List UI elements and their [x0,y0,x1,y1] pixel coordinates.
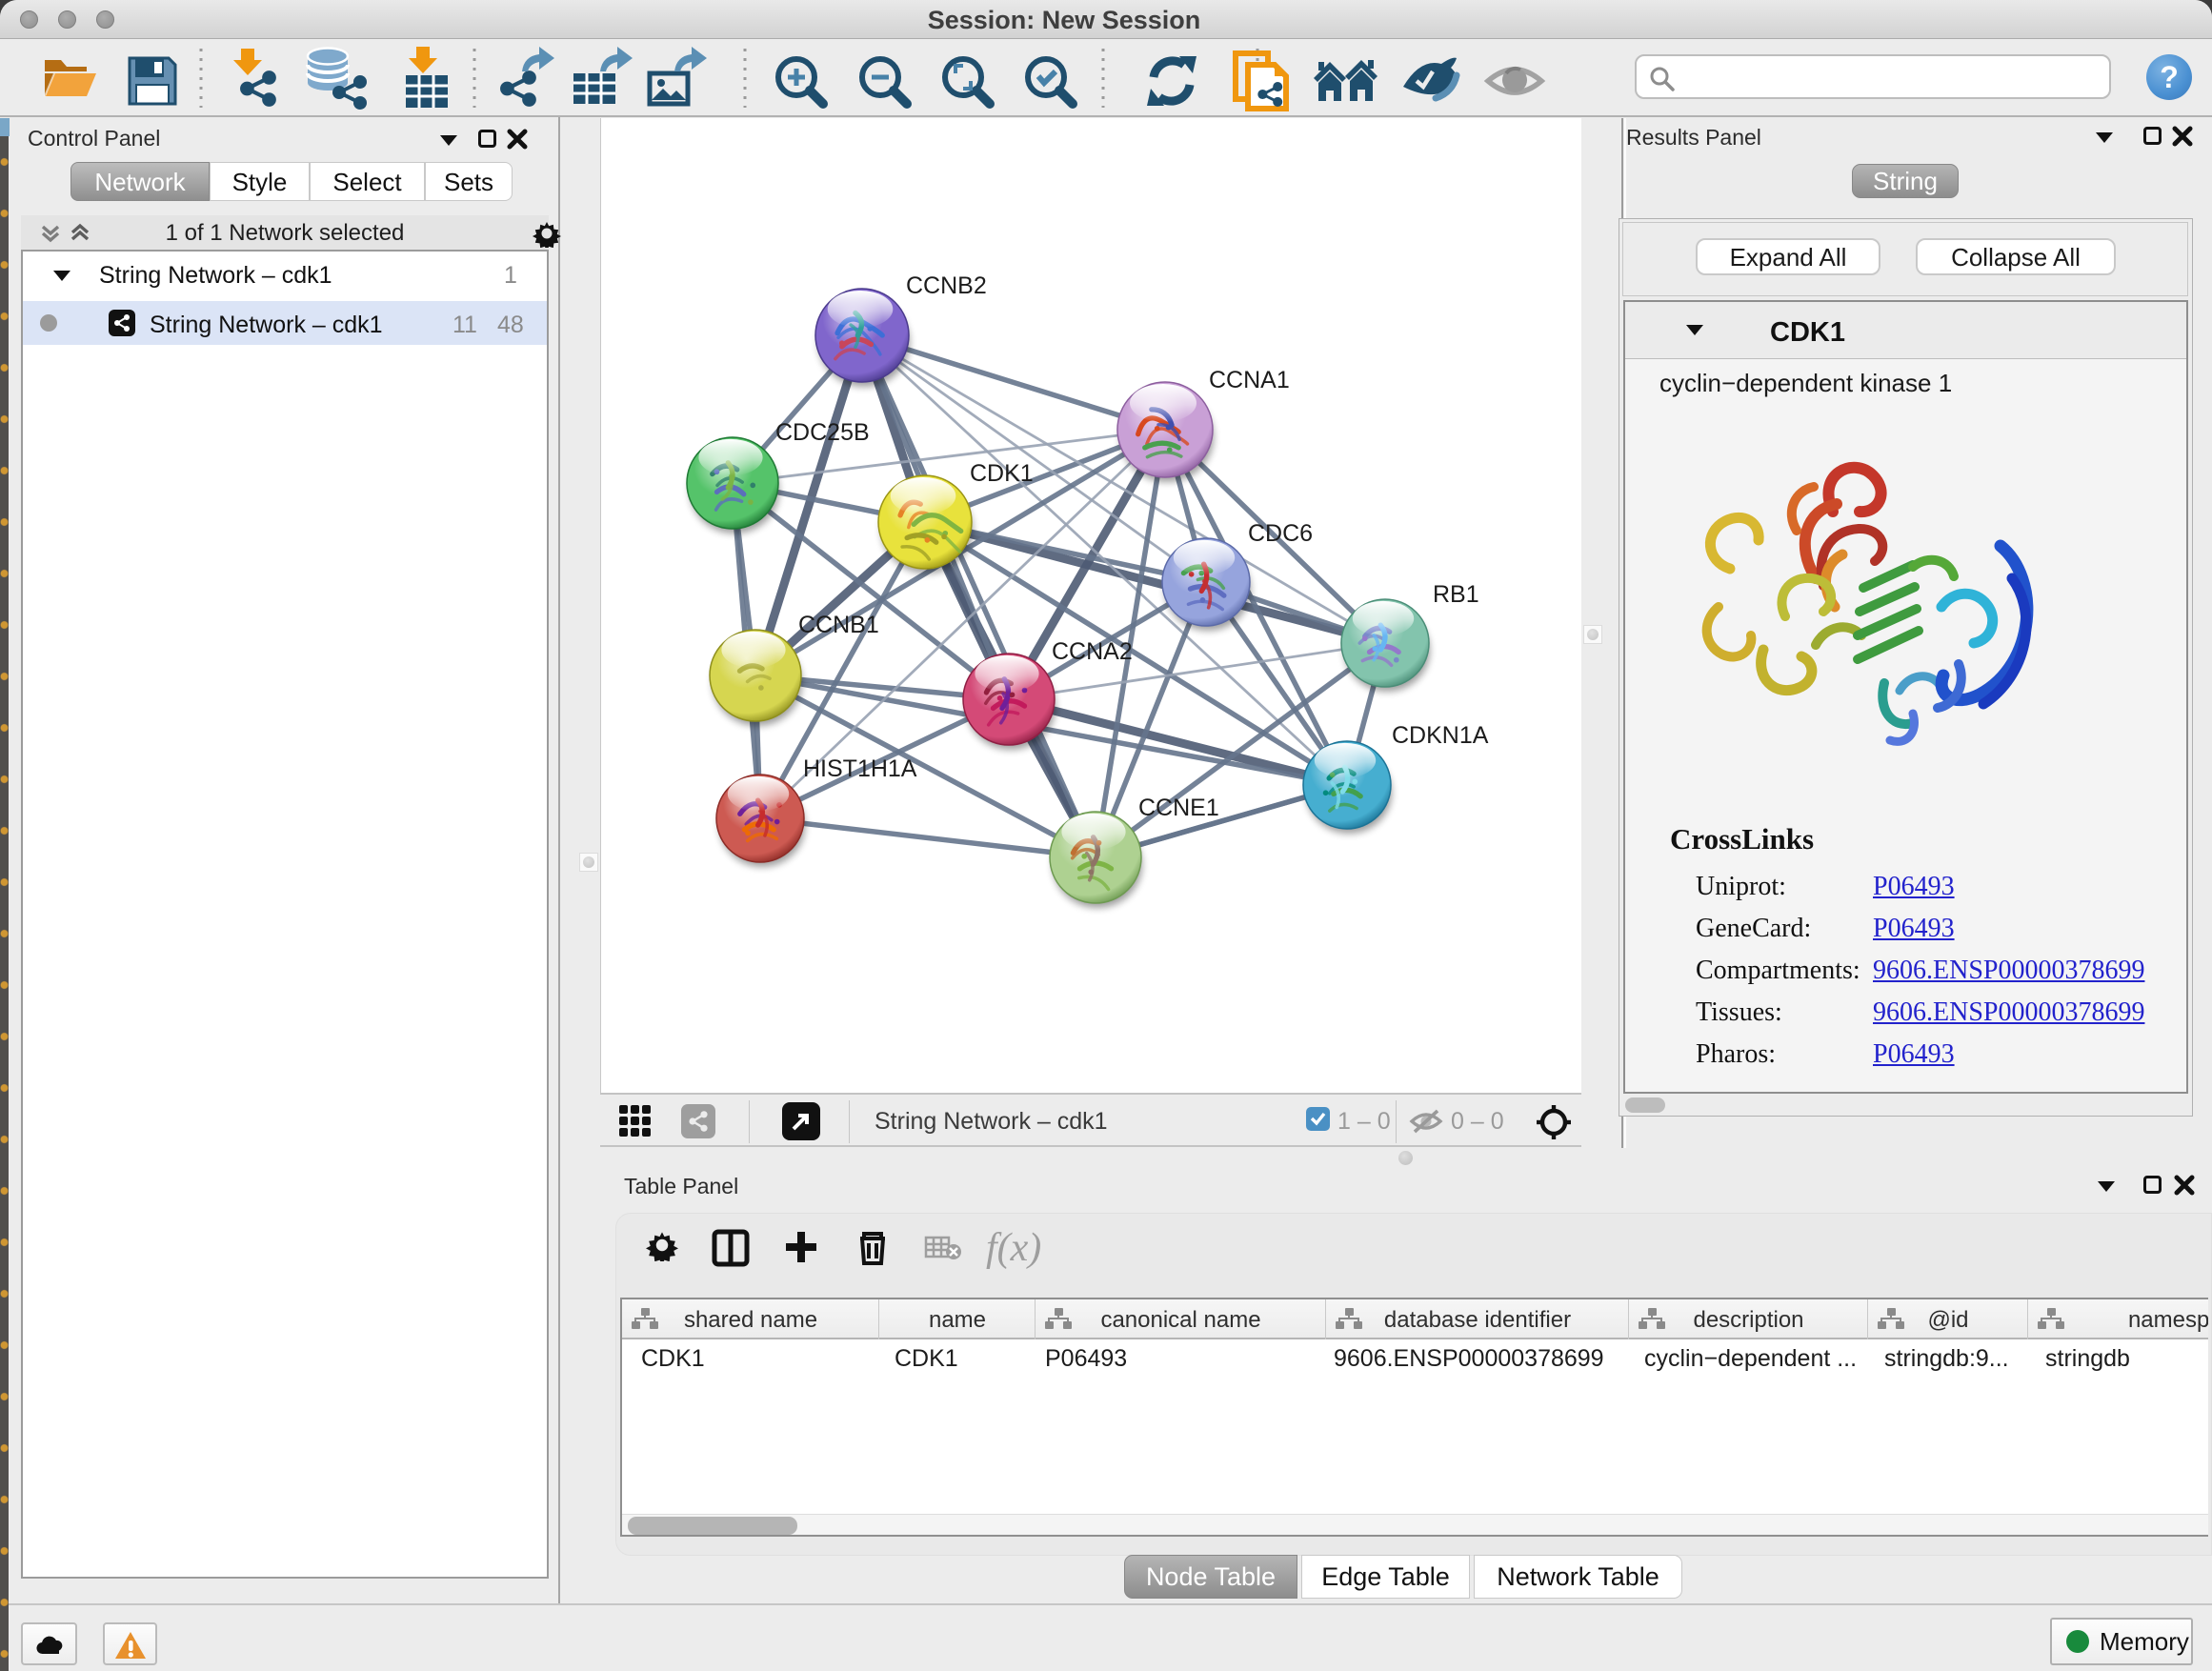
svg-text:CDC25B: CDC25B [775,419,870,446]
svg-text:CCNA2: CCNA2 [1052,638,1133,665]
svg-text:CDC6: CDC6 [1248,520,1313,547]
svg-text:HIST1H1A: HIST1H1A [803,755,917,782]
svg-text:CCNB2: CCNB2 [906,272,987,299]
svg-text:CCNE1: CCNE1 [1138,795,1219,821]
svg-text:CDKN1A: CDKN1A [1392,722,1489,749]
svg-text:CDK1: CDK1 [970,460,1034,487]
svg-text:RB1: RB1 [1433,581,1479,608]
svg-text:CCNA1: CCNA1 [1209,367,1290,393]
svg-text:CCNB1: CCNB1 [798,612,879,638]
